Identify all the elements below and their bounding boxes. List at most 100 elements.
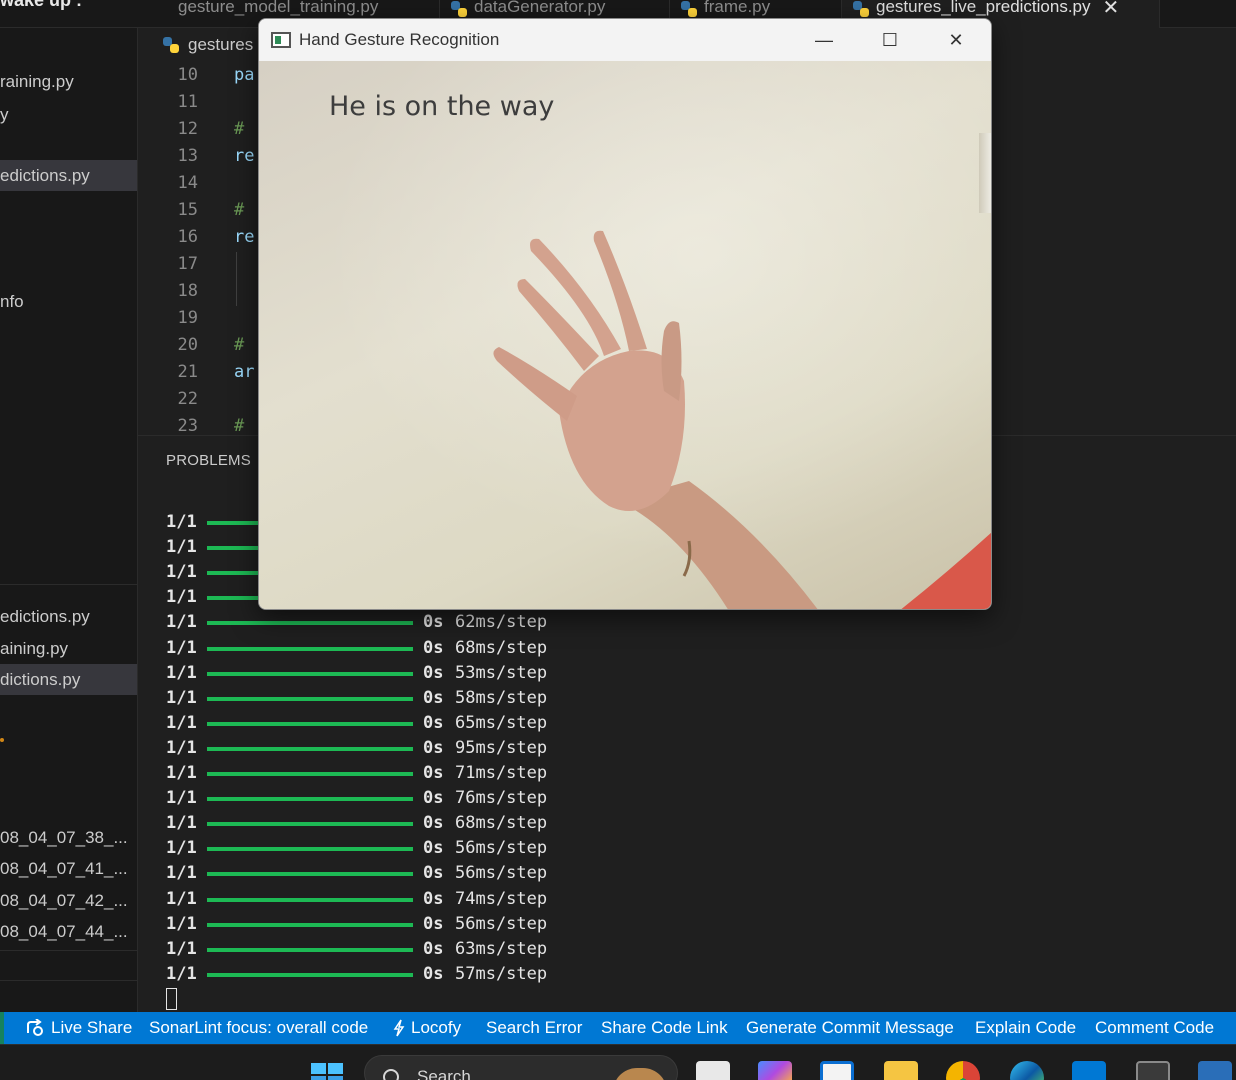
minimize-button[interactable]: — [791, 19, 857, 61]
progress-bar [207, 797, 413, 802]
step-counter: 1/1 [166, 712, 197, 733]
explorer-item-selected[interactable]: edictions.py [0, 160, 137, 191]
explorer-divider [0, 980, 137, 981]
explorer-item[interactable]: y [0, 99, 137, 130]
status-explain-code[interactable]: Explain Code [975, 1012, 1076, 1044]
progress-bar [207, 696, 413, 701]
window-title: Hand Gesture Recognition [299, 30, 500, 49]
progress-bar [207, 671, 413, 676]
tab-label: dataGenerator.py [474, 0, 606, 16]
step-rate: 57ms/step [455, 963, 548, 984]
search-highlight-image [613, 1068, 667, 1080]
step-counter: 1/1 [166, 587, 197, 608]
search-placeholder: Search [417, 1067, 471, 1080]
remote-desktop-icon[interactable] [1198, 1061, 1232, 1080]
breadcrumb-file[interactable]: gestures [188, 35, 253, 55]
status-search-error[interactable]: Search Error [486, 1012, 582, 1044]
step-rate: 56ms/step [455, 913, 548, 934]
explorer-item[interactable]: raining.py [0, 66, 137, 97]
vscode-icon[interactable] [1072, 1061, 1106, 1080]
code-comment: # [234, 416, 245, 436]
files-app-icon[interactable] [696, 1061, 730, 1080]
line-number: 16 [177, 227, 198, 247]
maximize-button[interactable]: ☐ [857, 19, 923, 61]
step-counter: 1/1 [166, 687, 197, 708]
gesture-recognition-window[interactable]: Hand Gesture Recognition — ☐ ✕ He is on … [258, 18, 992, 610]
remote-indicator[interactable] [0, 1012, 4, 1044]
elapsed-time: 0s [423, 913, 444, 934]
status-generate-commit-message[interactable]: Generate Commit Message [746, 1012, 954, 1044]
explorer-item[interactable]: 08_04_07_44_... [0, 916, 137, 947]
tab-label: gestures_live_predictions.py [876, 0, 1091, 16]
status-locofy[interactable]: Locofy [392, 1012, 461, 1044]
bolt-icon [393, 1019, 405, 1037]
status-share-code-link[interactable]: Share Code Link [601, 1012, 728, 1044]
line-number: 14 [177, 173, 198, 193]
progress-bar [207, 972, 413, 977]
explorer-item[interactable]: aining.py [0, 633, 137, 664]
code-text: pa [234, 65, 255, 85]
code-comment: # [234, 119, 245, 139]
progress-bar [207, 872, 413, 877]
code-comment: # [234, 335, 245, 355]
start-icon[interactable] [310, 1061, 344, 1080]
hand-image [493, 230, 991, 609]
explorer-item[interactable]: 08_04_07_41_... [0, 853, 137, 884]
status-label: Comment Code [1095, 1018, 1215, 1037]
search-icon [383, 1069, 399, 1080]
code-text: re [234, 146, 255, 166]
explorer-item[interactable]: edictions.py [0, 601, 137, 632]
terminal-icon[interactable] [1136, 1061, 1170, 1080]
explorer-item[interactable]: 08_04_07_42_... [0, 885, 137, 916]
step-rate: 71ms/step [455, 763, 548, 783]
explorer-item[interactable]: nfo [0, 286, 137, 317]
windows-taskbar: Search [0, 1044, 1236, 1080]
code-text: ar [234, 362, 255, 382]
taskbar-search[interactable]: Search [364, 1055, 678, 1080]
copilot-icon[interactable] [758, 1061, 792, 1080]
status-live-share[interactable]: Live Share [26, 1012, 132, 1044]
step-rate: 53ms/step [455, 662, 548, 683]
status-sonarlint[interactable]: SonarLint focus: overall code [149, 1012, 368, 1044]
line-number: 23 [177, 416, 198, 436]
elapsed-time: 0s [423, 788, 444, 809]
step-rate: 56ms/step [455, 838, 548, 859]
status-label: Generate Commit Message [746, 1018, 954, 1037]
step-counter: 1/1 [166, 813, 197, 834]
modified-indicator [0, 738, 4, 742]
status-label: SonarLint focus: overall code [149, 1018, 369, 1037]
explorer-item[interactable]: 08_04_07_38_... [0, 822, 137, 853]
chrome-icon[interactable] [946, 1061, 980, 1080]
step-counter: 1/1 [166, 512, 197, 532]
elapsed-time: 0s [423, 963, 444, 984]
step-counter: 1/1 [166, 763, 197, 783]
explorer-item-selected[interactable]: dictions.py [0, 664, 137, 695]
step-counter: 1/1 [166, 662, 197, 683]
step-rate: 76ms/step [455, 788, 548, 809]
window-app-icon [271, 32, 291, 48]
step-rate: 95ms/step [455, 737, 548, 758]
elapsed-time: 0s [423, 763, 444, 783]
elapsed-time: 0s [423, 863, 444, 884]
progress-bar [207, 897, 413, 902]
window-titlebar[interactable]: Hand Gesture Recognition — ☐ ✕ [259, 19, 991, 61]
elapsed-time: 0s [423, 813, 444, 834]
edge-icon[interactable] [1010, 1061, 1044, 1080]
file-explorer-icon[interactable] [884, 1061, 918, 1080]
elapsed-time: 0s [423, 938, 444, 959]
step-counter: 1/1 [166, 888, 197, 909]
camera-feed: He is on the way [259, 61, 991, 609]
progress-bar [207, 922, 413, 927]
step-rate: 68ms/step [455, 637, 548, 658]
prediction-label: He is on the way [329, 91, 555, 122]
tab-problems[interactable]: PROBLEMS [166, 452, 251, 469]
progress-bar [207, 822, 413, 827]
close-button[interactable]: ✕ [923, 19, 989, 61]
line-number: 20 [177, 335, 198, 355]
code-comment: # [234, 200, 245, 220]
status-comment-code[interactable]: Comment Code [1095, 1012, 1214, 1044]
elapsed-time: 0s [423, 737, 444, 758]
close-icon[interactable]: ✕ [1103, 0, 1120, 20]
explorer-divider [0, 584, 137, 585]
store-icon[interactable] [820, 1061, 854, 1080]
